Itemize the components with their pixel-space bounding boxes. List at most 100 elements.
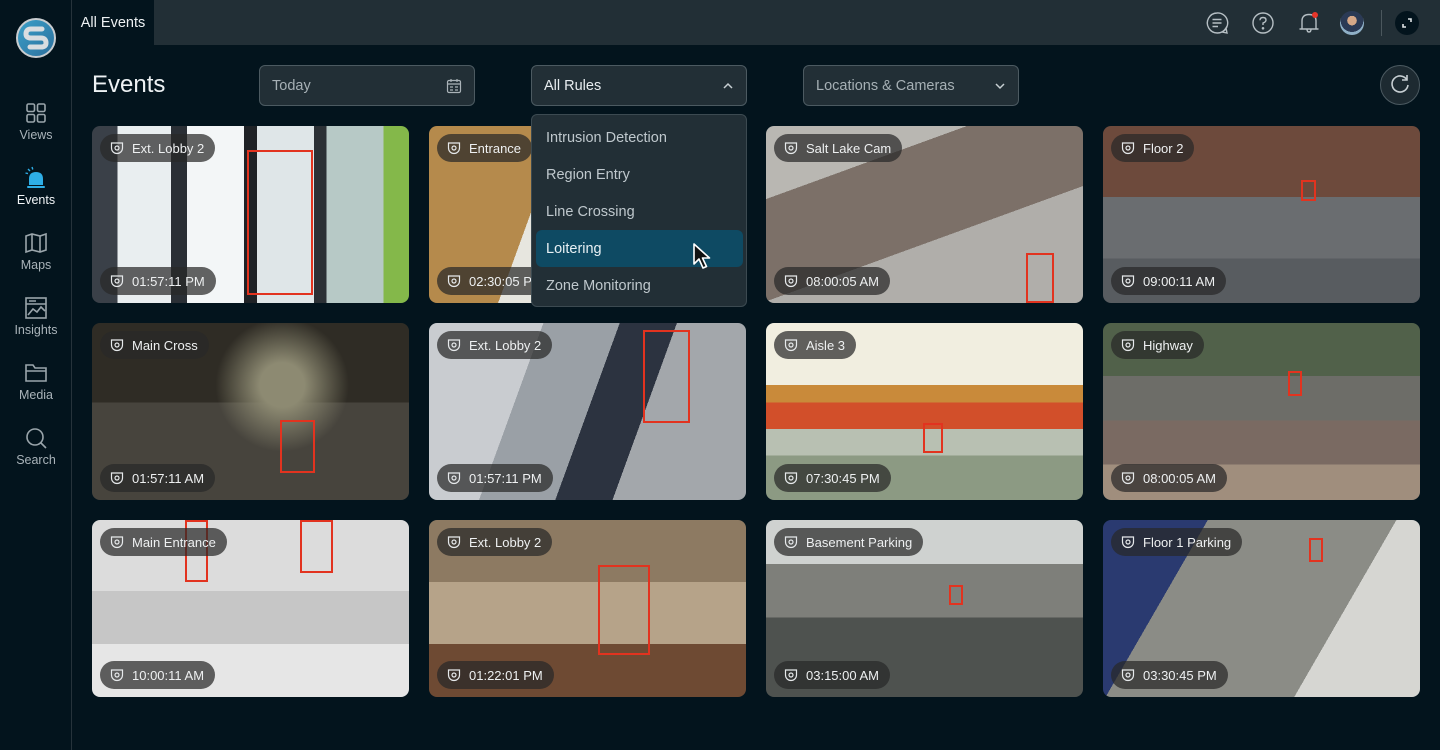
camera-name-badge: Floor 1 Parking — [1111, 528, 1243, 556]
event-time: 03:15:00 AM — [806, 667, 879, 683]
event-time-badge: 08:00:05 AM — [1111, 464, 1227, 492]
event-time-badge: 01:22:01 PM — [437, 661, 554, 689]
chart-icon — [25, 297, 47, 319]
event-card[interactable]: Ext. Lobby 2 01:22:01 PM — [429, 520, 746, 697]
camera-icon — [447, 669, 461, 682]
event-time: 01:57:11 PM — [132, 273, 205, 289]
camera-icon — [1121, 472, 1135, 485]
camera-icon — [1121, 536, 1135, 549]
camera-icon — [1121, 142, 1135, 155]
camera-name: Main Cross — [132, 337, 198, 353]
sidebar-item-events[interactable]: Events — [0, 166, 72, 226]
event-time-badge: 09:00:11 AM — [1111, 267, 1227, 295]
event-time-badge: 01:57:11 PM — [100, 267, 216, 295]
event-card[interactable]: Main Entrance 10:00:11 AM — [92, 520, 409, 697]
event-card[interactable]: Floor 1 Parking 03:30:45 PM — [1103, 520, 1420, 697]
camera-icon — [784, 142, 798, 155]
event-time: 09:00:11 AM — [1143, 273, 1216, 289]
camera-icon — [110, 339, 124, 352]
event-time-badge: 07:30:45 PM — [774, 464, 891, 492]
event-card[interactable]: Aisle 3 07:30:45 PM — [766, 323, 1083, 500]
event-card[interactable]: Basement Parking 03:15:00 AM — [766, 520, 1083, 697]
camera-icon — [1121, 339, 1135, 352]
event-card[interactable]: Salt Lake Cam 08:00:05 AM — [766, 126, 1083, 303]
camera-name-badge: Ext. Lobby 2 — [100, 134, 216, 162]
rule-option-intrusion-detection[interactable]: Intrusion Detection — [536, 119, 743, 156]
detection-bounding-box — [643, 330, 690, 423]
chevron-down-icon — [995, 82, 1005, 89]
event-card[interactable]: Main Cross 01:57:11 AM — [92, 323, 409, 500]
refresh-button[interactable] — [1380, 65, 1420, 105]
user-avatar[interactable] — [1340, 11, 1364, 35]
event-time: 01:57:11 PM — [469, 470, 542, 486]
expand-button[interactable] — [1395, 11, 1419, 35]
sidebar-item-search[interactable]: Search — [0, 426, 72, 486]
rule-option-region-entry[interactable]: Region Entry — [536, 156, 743, 193]
camera-name: Aisle 3 — [806, 337, 846, 353]
locations-cameras-placeholder: Locations & Cameras — [816, 77, 955, 94]
detection-bounding-box — [949, 585, 963, 605]
event-time: 07:30:45 PM — [806, 470, 880, 486]
event-time: 08:00:05 AM — [806, 273, 879, 289]
sidebar-item-maps[interactable]: Maps — [0, 231, 72, 291]
detection-bounding-box — [280, 420, 315, 473]
folder-icon — [25, 364, 47, 382]
notification-bell-icon[interactable] — [1297, 11, 1321, 35]
locations-cameras-select[interactable]: Locations & Cameras — [803, 65, 1019, 106]
detection-bounding-box — [247, 150, 313, 295]
grid-icon — [26, 103, 46, 123]
detection-bounding-box — [598, 565, 650, 655]
camera-icon — [110, 536, 124, 549]
help-icon[interactable] — [1251, 11, 1275, 35]
camera-icon — [784, 536, 798, 549]
event-time: 10:00:11 AM — [132, 667, 205, 683]
event-time-badge: 10:00:11 AM — [100, 661, 216, 689]
sidebar-item-label: Events — [16, 193, 56, 207]
detection-bounding-box — [1309, 538, 1323, 562]
camera-name: Basement Parking — [806, 534, 913, 550]
event-time: 08:00:05 AM — [1143, 470, 1216, 486]
detection-bounding-box — [300, 520, 333, 573]
camera-name-badge: Ext. Lobby 2 — [437, 528, 553, 556]
rule-option-zone-monitoring[interactable]: Zone Monitoring — [536, 267, 743, 304]
detection-bounding-box — [923, 423, 943, 453]
event-card[interactable]: Ext. Lobby 2 01:57:11 PM — [92, 126, 409, 303]
camera-name: Entrance — [469, 140, 522, 156]
event-card[interactable]: Ext. Lobby 2 01:57:11 PM — [429, 323, 746, 500]
camera-name-badge: Aisle 3 — [774, 331, 857, 359]
calendar-icon — [446, 78, 462, 93]
camera-icon — [447, 339, 461, 352]
date-filter[interactable]: Today — [259, 65, 475, 106]
camera-icon — [110, 275, 124, 288]
event-time-badge: 08:00:05 AM — [774, 267, 890, 295]
camera-icon — [447, 536, 461, 549]
camera-name: Salt Lake Cam — [806, 140, 892, 156]
sidebar-item-views[interactable]: Views — [0, 101, 72, 161]
sidebar-item-media[interactable]: Media — [0, 361, 72, 421]
camera-name: Ext. Lobby 2 — [469, 534, 542, 550]
sidebar-item-insights[interactable]: Insights — [0, 296, 72, 356]
camera-name-badge: Floor 2 — [1111, 134, 1195, 162]
camera-name: Ext. Lobby 2 — [469, 337, 542, 353]
chat-icon[interactable] — [1205, 11, 1229, 35]
event-time-badge: 01:57:11 PM — [437, 464, 553, 492]
rule-option-line-crossing[interactable]: Line Crossing — [536, 193, 743, 230]
tab-all-events[interactable]: All Events — [72, 0, 154, 45]
rules-select[interactable]: All Rules — [531, 65, 747, 106]
map-icon — [25, 232, 47, 254]
camera-name-badge: Main Entrance — [100, 528, 227, 556]
rules-dropdown-menu: Intrusion Detection Region Entry Line Cr… — [531, 114, 747, 307]
event-card[interactable]: Floor 2 09:00:11 AM — [1103, 126, 1420, 303]
camera-icon — [784, 669, 798, 682]
event-time-badge: 01:57:11 AM — [100, 464, 216, 492]
detection-bounding-box — [1026, 253, 1054, 303]
camera-name-badge: Salt Lake Cam — [774, 134, 903, 162]
event-card[interactable]: Highway 08:00:05 AM — [1103, 323, 1420, 500]
sidebar-item-label: Media — [18, 388, 54, 402]
camera-icon — [110, 472, 124, 485]
camera-icon — [784, 339, 798, 352]
app-logo[interactable] — [16, 18, 56, 58]
camera-icon — [447, 275, 461, 288]
camera-name-badge: Main Cross — [100, 331, 209, 359]
camera-icon — [110, 669, 124, 682]
